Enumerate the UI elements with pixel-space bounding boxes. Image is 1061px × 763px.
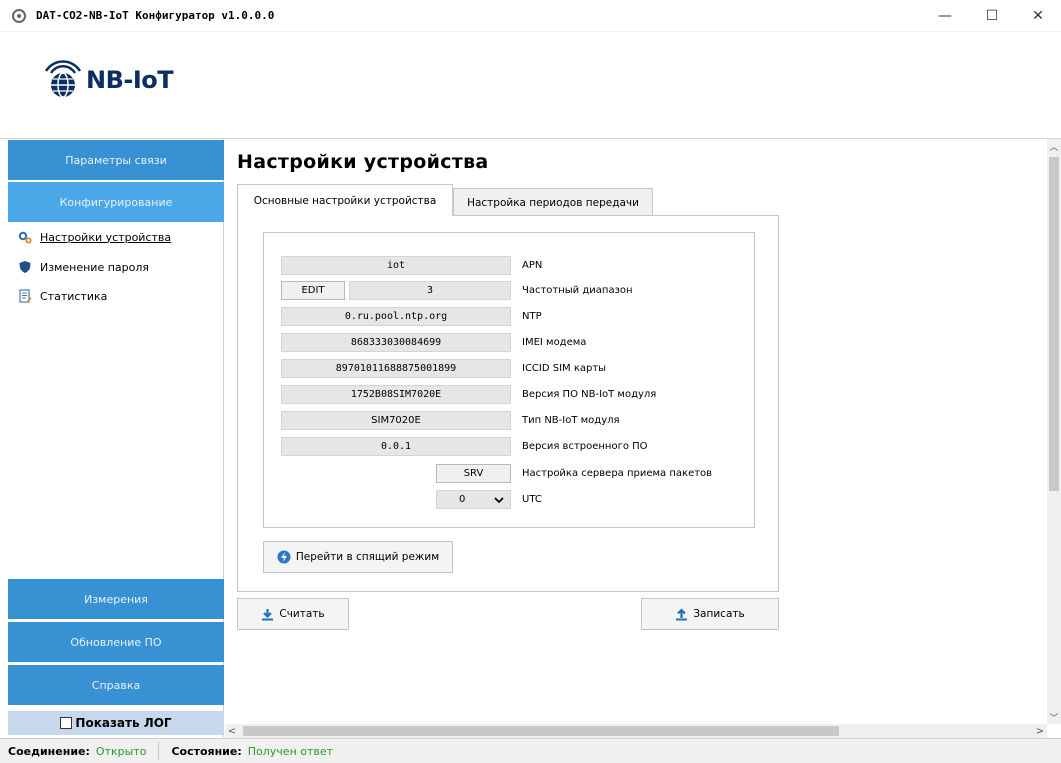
- title-bar: DAT-CO2-NB-IoT Конфигуратор v1.0.0.0 — ☐…: [0, 0, 1061, 32]
- iccid-field[interactable]: 89701011688875001899: [281, 359, 511, 378]
- upload-icon: [676, 607, 688, 620]
- sidebar: Параметры связи Конфигурирование Настрой…: [8, 139, 224, 737]
- sidebar-item-statistics[interactable]: Статистика: [18, 286, 107, 306]
- connection-key: Соединение:: [8, 744, 90, 758]
- scroll-up-icon[interactable]: ︿: [1047, 139, 1061, 153]
- status-separator: [158, 742, 160, 760]
- imei-label: IMEI модема: [522, 337, 587, 348]
- scroll-left-icon[interactable]: <: [225, 724, 239, 738]
- sidebar-item-device-settings[interactable]: Настройки устройства: [18, 227, 171, 247]
- close-button[interactable]: ✕: [1015, 0, 1061, 32]
- download-icon: [262, 608, 274, 620]
- nav-firmware-update[interactable]: Обновление ПО: [8, 622, 224, 662]
- module-type-field[interactable]: SIM7020E: [281, 411, 511, 430]
- horizontal-scrollbar[interactable]: < >: [225, 724, 1047, 738]
- connection-value: Открыто: [95, 744, 147, 758]
- imei-field[interactable]: 868333030084699: [281, 333, 511, 352]
- sidebar-item-label: Изменение пароля: [40, 260, 150, 274]
- vertical-scrollbar[interactable]: ︿ ﹀: [1047, 139, 1061, 724]
- sleep-mode-label: Перейти в спящий режим: [295, 551, 440, 563]
- nav-help[interactable]: Справка: [8, 665, 224, 705]
- show-log-toggle[interactable]: Показать ЛОГ: [8, 711, 224, 735]
- scroll-down-icon[interactable]: ﹀: [1047, 710, 1061, 724]
- module-firmware-field[interactable]: 1752B08SIM7020E: [281, 385, 511, 404]
- main-content: Настройки устройства Основные настройки …: [225, 139, 1047, 724]
- frequency-band-field[interactable]: 3: [349, 281, 511, 300]
- globe-icon: [44, 60, 82, 98]
- apn-field[interactable]: iot: [281, 256, 511, 275]
- maximize-button[interactable]: ☐: [969, 0, 1015, 32]
- nav-measurements[interactable]: Измерения: [8, 579, 224, 619]
- write-label: Записать: [693, 608, 745, 620]
- shield-icon: [18, 260, 32, 274]
- settings-group: iot APN EDIT 3 Частотный диапазон 0.ru.p…: [263, 232, 755, 528]
- srv-button[interactable]: SRV: [436, 464, 511, 483]
- sidebar-item-label: Статистика: [40, 289, 108, 303]
- chevron-down-icon: [494, 496, 504, 503]
- server-settings-label: Настройка сервера приема пакетов: [522, 468, 713, 479]
- document-icon: [18, 289, 32, 303]
- page-title: Настройки устройства: [237, 151, 489, 173]
- app-icon: [12, 9, 26, 23]
- sleep-mode-button[interactable]: Перейти в спящий режим: [263, 541, 453, 573]
- edit-frequency-button[interactable]: EDIT: [281, 281, 345, 300]
- power-icon: [277, 550, 291, 564]
- embedded-firmware-field[interactable]: 0.0.1: [281, 437, 511, 456]
- utc-select[interactable]: 0: [436, 490, 511, 509]
- state-value: Получен ответ: [247, 744, 334, 758]
- logo-text: NB-IoT: [86, 66, 174, 94]
- nav-connection-params[interactable]: Параметры связи: [8, 140, 224, 180]
- sidebar-item-change-password[interactable]: Изменение пароля: [18, 257, 149, 277]
- window-title: DAT-CO2-NB-IoT Конфигуратор v1.0.0.0: [36, 9, 275, 22]
- sidebar-item-label: Настройки устройства: [40, 230, 172, 244]
- state-key: Состояние:: [171, 744, 242, 758]
- tab-panel: iot APN EDIT 3 Частотный диапазон 0.ru.p…: [237, 215, 779, 592]
- horizontal-scroll-thumb[interactable]: [243, 726, 839, 736]
- minimize-button[interactable]: —: [922, 0, 968, 32]
- read-button[interactable]: Считать: [237, 598, 349, 630]
- frequency-band-label: Частотный диапазон: [522, 285, 633, 296]
- show-log-checkbox[interactable]: [60, 717, 73, 729]
- vertical-scroll-thumb[interactable]: [1049, 157, 1059, 491]
- ntp-label: NTP: [522, 311, 542, 322]
- apn-label: APN: [522, 260, 543, 271]
- module-firmware-label: Версия ПО NB-IoT модуля: [522, 389, 657, 400]
- gears-icon: [18, 230, 32, 244]
- read-label: Считать: [279, 608, 325, 620]
- iccid-label: ICCID SIM карты: [522, 363, 607, 374]
- header: NB-IoT: [0, 32, 1061, 139]
- status-bar: Соединение: Открыто Состояние: Получен о…: [0, 738, 1061, 763]
- tab-basic-settings[interactable]: Основные настройки устройства: [237, 184, 453, 216]
- module-type-label: Тип NB-IoT модуля: [522, 415, 620, 426]
- scroll-right-icon[interactable]: >: [1033, 724, 1047, 738]
- ntp-field[interactable]: 0.ru.pool.ntp.org: [281, 307, 511, 326]
- utc-value: 0: [459, 494, 466, 505]
- write-button[interactable]: Записать: [641, 598, 779, 630]
- nb-iot-logo: NB-IoT: [42, 59, 174, 101]
- nav-configuration[interactable]: Конфигурирование: [8, 182, 224, 222]
- tab-transmission-periods[interactable]: Настройка периодов передачи: [453, 188, 653, 218]
- show-log-label: Показать ЛОГ: [75, 716, 172, 730]
- utc-label: UTC: [522, 494, 542, 505]
- embedded-firmware-label: Версия встроенного ПО: [522, 441, 648, 452]
